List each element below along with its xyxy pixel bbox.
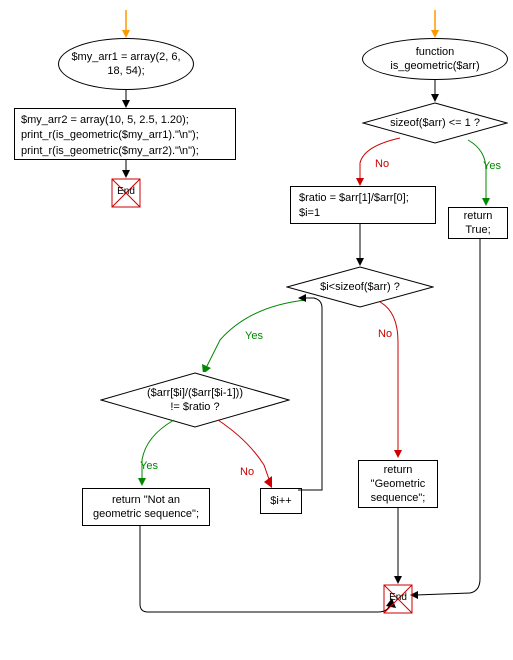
left-end: End bbox=[111, 178, 141, 208]
arrow-true-end bbox=[470, 239, 510, 602]
left-process-text: $my_arr2 = array(10, 5, 2.5, 1.20); prin… bbox=[21, 114, 199, 157]
increment-node: $i++ bbox=[260, 488, 302, 514]
arrow-geo-end bbox=[392, 508, 404, 587]
label-d1-yes: Yes bbox=[483, 160, 501, 172]
return-true: return True; bbox=[448, 207, 508, 239]
arrow-notgeo-end bbox=[140, 526, 400, 629]
func-text: function is_geometric($arr) bbox=[363, 45, 507, 74]
return-geo-text: return "Geometric sequence"; bbox=[365, 463, 431, 506]
return-notgeo: return "Not an geometric sequence"; bbox=[82, 488, 210, 526]
return-geo: return "Geometric sequence"; bbox=[358, 460, 438, 508]
left-start: $my_arr1 = array(2, 6, 18, 54); bbox=[58, 38, 194, 90]
left-process: $my_arr2 = array(10, 5, 2.5, 1.20); prin… bbox=[14, 108, 236, 160]
init-node: $ratio = $arr[1]/$arr[0]; $i=1 bbox=[290, 186, 436, 224]
arrow-d3-yes bbox=[136, 420, 176, 491]
arrow-d1-yes bbox=[468, 140, 498, 211]
left-start-text: $my_arr1 = array(2, 6, 18, 54); bbox=[59, 50, 193, 79]
label-d2-no: No bbox=[378, 328, 392, 340]
label-d3-yes: Yes bbox=[140, 460, 158, 472]
label-d2-yes: Yes bbox=[245, 330, 263, 342]
right-end: End bbox=[383, 584, 413, 614]
arrow-d3-no bbox=[218, 420, 278, 493]
func-node: function is_geometric($arr) bbox=[362, 38, 508, 80]
return-notgeo-text: return "Not an geometric sequence"; bbox=[89, 493, 203, 522]
label-d3-no: No bbox=[240, 466, 254, 478]
decision-loop-text: $i<sizeof($arr) ? bbox=[320, 281, 400, 293]
label-d1-no: No bbox=[375, 158, 389, 170]
return-true-text: return True; bbox=[455, 209, 501, 238]
right-end-text: End bbox=[383, 592, 413, 603]
init-text: $ratio = $arr[1]/$arr[0]; $i=1 bbox=[299, 192, 409, 219]
increment-text: $i++ bbox=[270, 495, 291, 507]
arrow-inc-back bbox=[298, 298, 338, 495]
arrow-r-2 bbox=[354, 224, 366, 269]
arrow-d2-no bbox=[380, 302, 410, 463]
decision-ratio-text: ($arr[$i]/($arr[$i-1])) != $ratio ? bbox=[147, 386, 243, 415]
left-end-text: End bbox=[111, 186, 141, 197]
decision-sizeof-text: sizeof($arr) <= 1 ? bbox=[390, 117, 480, 129]
